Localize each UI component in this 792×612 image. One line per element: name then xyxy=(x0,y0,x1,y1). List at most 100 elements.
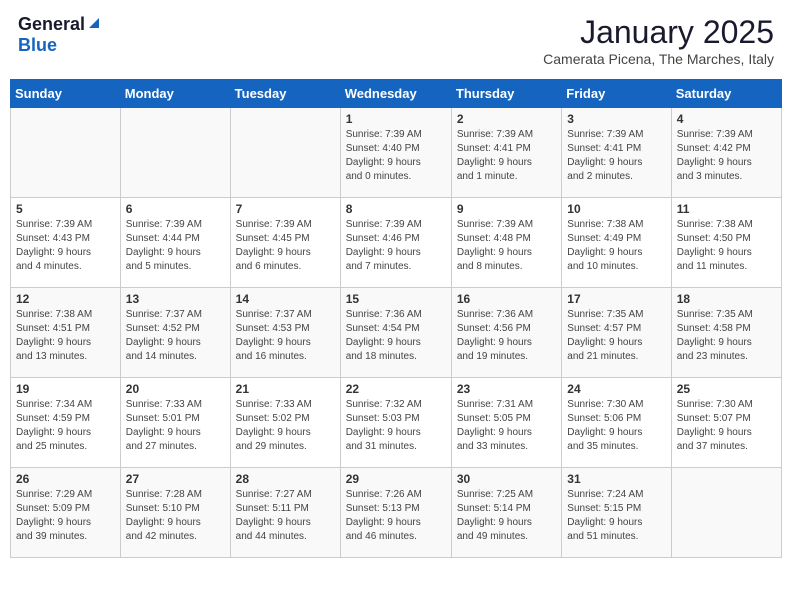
day-number: 7 xyxy=(236,202,335,216)
day-info: Sunrise: 7:35 AM Sunset: 4:57 PM Dayligh… xyxy=(567,308,665,364)
calendar-cell: 23Sunrise: 7:31 AM Sunset: 5:05 PM Dayli… xyxy=(451,378,561,468)
logo-general-text: General xyxy=(18,14,85,35)
day-info: Sunrise: 7:39 AM Sunset: 4:45 PM Dayligh… xyxy=(236,218,335,274)
day-number: 25 xyxy=(677,382,776,396)
day-info: Sunrise: 7:36 AM Sunset: 4:54 PM Dayligh… xyxy=(346,308,446,364)
title-block: January 2025 Camerata Picena, The Marche… xyxy=(543,14,774,67)
calendar-week-row: 5 Sunrise: 7:39 AM Sunset: 4:43 PM Daylig… xyxy=(11,198,782,288)
day-info: Sunrise: 7:33 AM Sunset: 5:01 PM Dayligh… xyxy=(126,398,225,454)
day-number: 17 xyxy=(567,292,665,306)
calendar-cell xyxy=(11,108,121,198)
calendar-cell: 24 Sunrise: 7:30 AM Sunset: 5:06 PM Dayli… xyxy=(562,378,671,468)
day-info: Sunrise: 7:33 AM Sunset: 5:02 PM Dayligh… xyxy=(236,398,335,454)
calendar-subtitle: Camerata Picena, The Marches, Italy xyxy=(543,51,774,67)
weekday-row: SundayMondayTuesdayWednesdayThursdayFrid… xyxy=(11,80,782,108)
day-info: Sunrise: 7:32 AM Sunset: 5:03 PM Dayligh… xyxy=(346,398,446,454)
calendar-cell xyxy=(671,468,781,558)
day-info: Sunrise: 7:24 AM Sunset: 5:15 PM Dayligh… xyxy=(567,488,665,544)
day-number: 1 xyxy=(346,112,446,126)
day-number: 9 xyxy=(457,202,556,216)
calendar-cell: 21Sunrise: 7:33 AM Sunset: 5:02 PM Dayli… xyxy=(230,378,340,468)
weekday-header-tuesday: Tuesday xyxy=(230,80,340,108)
day-number: 18 xyxy=(677,292,776,306)
day-number: 19 xyxy=(16,382,115,396)
calendar-cell: 1 Sunrise: 7:39 AM Sunset: 4:40 PM Daylig… xyxy=(340,108,451,198)
day-info: Sunrise: 7:39 AM Sunset: 4:43 PM Dayligh… xyxy=(16,218,115,274)
calendar-header: SundayMondayTuesdayWednesdayThursdayFrid… xyxy=(11,80,782,108)
calendar-cell: 5 Sunrise: 7:39 AM Sunset: 4:43 PM Daylig… xyxy=(11,198,121,288)
calendar-cell: 27 Sunrise: 7:28 AM Sunset: 5:10 PM Dayli… xyxy=(120,468,230,558)
calendar-cell: 29 Sunrise: 7:26 AM Sunset: 5:13 PM Dayli… xyxy=(340,468,451,558)
day-number: 12 xyxy=(16,292,115,306)
calendar-cell: 13 Sunrise: 7:37 AM Sunset: 4:52 PM Dayli… xyxy=(120,288,230,378)
calendar-cell: 28 Sunrise: 7:27 AM Sunset: 5:11 PM Dayli… xyxy=(230,468,340,558)
day-number: 26 xyxy=(16,472,115,486)
day-info: Sunrise: 7:39 AM Sunset: 4:44 PM Dayligh… xyxy=(126,218,225,274)
day-info: Sunrise: 7:39 AM Sunset: 4:40 PM Dayligh… xyxy=(346,128,446,184)
day-number: 30 xyxy=(457,472,556,486)
calendar-cell: 2 Sunrise: 7:39 AM Sunset: 4:41 PM Daylig… xyxy=(451,108,561,198)
day-info: Sunrise: 7:34 AM Sunset: 4:59 PM Dayligh… xyxy=(16,398,115,454)
day-info: Sunrise: 7:25 AM Sunset: 5:14 PM Dayligh… xyxy=(457,488,556,544)
day-info: Sunrise: 7:31 AM Sunset: 5:05 PM Dayligh… xyxy=(457,398,556,454)
calendar-cell: 16Sunrise: 7:36 AM Sunset: 4:56 PM Dayli… xyxy=(451,288,561,378)
calendar-cell: 3Sunrise: 7:39 AM Sunset: 4:41 PM Daylig… xyxy=(562,108,671,198)
weekday-header-friday: Friday xyxy=(562,80,671,108)
day-number: 5 xyxy=(16,202,115,216)
calendar-cell: 26Sunrise: 7:29 AM Sunset: 5:09 PM Dayli… xyxy=(11,468,121,558)
day-number: 13 xyxy=(126,292,225,306)
day-number: 28 xyxy=(236,472,335,486)
day-info: Sunrise: 7:39 AM Sunset: 4:41 PM Dayligh… xyxy=(567,128,665,184)
day-number: 14 xyxy=(236,292,335,306)
logo-triangle-icon xyxy=(87,16,101,30)
day-info: Sunrise: 7:26 AM Sunset: 5:13 PM Dayligh… xyxy=(346,488,446,544)
calendar-title: January 2025 xyxy=(543,14,774,51)
page-header: General Blue January 2025 Camerata Picen… xyxy=(10,10,782,71)
calendar-cell: 12 Sunrise: 7:38 AM Sunset: 4:51 PM Dayli… xyxy=(11,288,121,378)
day-number: 2 xyxy=(457,112,556,126)
day-number: 29 xyxy=(346,472,446,486)
calendar-cell: 30 Sunrise: 7:25 AM Sunset: 5:14 PM Dayli… xyxy=(451,468,561,558)
day-number: 31 xyxy=(567,472,665,486)
weekday-header-monday: Monday xyxy=(120,80,230,108)
calendar-cell: 15Sunrise: 7:36 AM Sunset: 4:54 PM Dayli… xyxy=(340,288,451,378)
day-number: 22 xyxy=(346,382,446,396)
calendar-week-row: 19 Sunrise: 7:34 AM Sunset: 4:59 PM Dayli… xyxy=(11,378,782,468)
calendar-week-row: 26Sunrise: 7:29 AM Sunset: 5:09 PM Dayli… xyxy=(11,468,782,558)
day-number: 24 xyxy=(567,382,665,396)
calendar-cell xyxy=(230,108,340,198)
calendar-cell: 9Sunrise: 7:39 AM Sunset: 4:48 PM Daylig… xyxy=(451,198,561,288)
day-number: 10 xyxy=(567,202,665,216)
weekday-header-sunday: Sunday xyxy=(11,80,121,108)
calendar-body: 1 Sunrise: 7:39 AM Sunset: 4:40 PM Daylig… xyxy=(11,108,782,558)
day-info: Sunrise: 7:38 AM Sunset: 4:49 PM Dayligh… xyxy=(567,218,665,274)
calendar-cell: 11Sunrise: 7:38 AM Sunset: 4:50 PM Dayli… xyxy=(671,198,781,288)
calendar-cell: 10 Sunrise: 7:38 AM Sunset: 4:49 PM Dayli… xyxy=(562,198,671,288)
calendar-cell: 19 Sunrise: 7:34 AM Sunset: 4:59 PM Dayli… xyxy=(11,378,121,468)
day-info: Sunrise: 7:28 AM Sunset: 5:10 PM Dayligh… xyxy=(126,488,225,544)
day-info: Sunrise: 7:38 AM Sunset: 4:51 PM Dayligh… xyxy=(16,308,115,364)
day-info: Sunrise: 7:37 AM Sunset: 4:53 PM Dayligh… xyxy=(236,308,335,364)
day-number: 27 xyxy=(126,472,225,486)
calendar-week-row: 12 Sunrise: 7:38 AM Sunset: 4:51 PM Dayli… xyxy=(11,288,782,378)
day-info: Sunrise: 7:27 AM Sunset: 5:11 PM Dayligh… xyxy=(236,488,335,544)
day-info: Sunrise: 7:30 AM Sunset: 5:07 PM Dayligh… xyxy=(677,398,776,454)
calendar-cell: 20 Sunrise: 7:33 AM Sunset: 5:01 PM Dayli… xyxy=(120,378,230,468)
logo-blue-text: Blue xyxy=(18,35,57,56)
day-info: Sunrise: 7:39 AM Sunset: 4:41 PM Dayligh… xyxy=(457,128,556,184)
day-number: 16 xyxy=(457,292,556,306)
calendar-cell: 7 Sunrise: 7:39 AM Sunset: 4:45 PM Daylig… xyxy=(230,198,340,288)
day-number: 8 xyxy=(346,202,446,216)
day-info: Sunrise: 7:39 AM Sunset: 4:46 PM Dayligh… xyxy=(346,218,446,274)
calendar-week-row: 1 Sunrise: 7:39 AM Sunset: 4:40 PM Daylig… xyxy=(11,108,782,198)
day-info: Sunrise: 7:30 AM Sunset: 5:06 PM Dayligh… xyxy=(567,398,665,454)
weekday-header-wednesday: Wednesday xyxy=(340,80,451,108)
day-number: 6 xyxy=(126,202,225,216)
logo: General Blue xyxy=(18,14,101,56)
day-info: Sunrise: 7:38 AM Sunset: 4:50 PM Dayligh… xyxy=(677,218,776,274)
calendar-cell: 8 Sunrise: 7:39 AM Sunset: 4:46 PM Daylig… xyxy=(340,198,451,288)
calendar-cell: 22 Sunrise: 7:32 AM Sunset: 5:03 PM Dayli… xyxy=(340,378,451,468)
calendar-cell: 17 Sunrise: 7:35 AM Sunset: 4:57 PM Dayli… xyxy=(562,288,671,378)
day-number: 20 xyxy=(126,382,225,396)
day-info: Sunrise: 7:37 AM Sunset: 4:52 PM Dayligh… xyxy=(126,308,225,364)
